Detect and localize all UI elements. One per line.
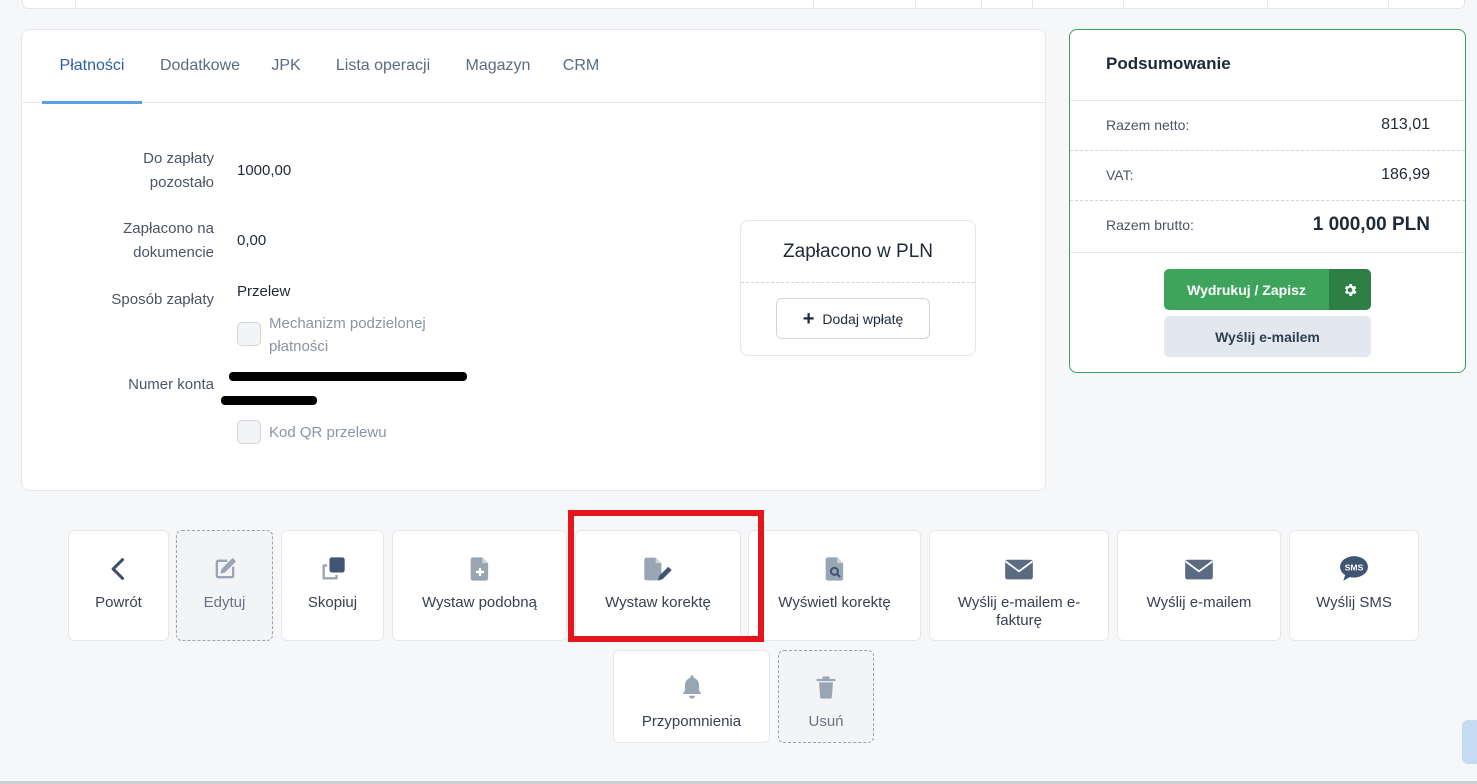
send-sms-button[interactable]: SMS Wyślij SMS xyxy=(1289,530,1419,641)
edit-icon xyxy=(215,557,236,579)
bell-icon xyxy=(682,675,701,699)
due-value: 1000,00 xyxy=(237,162,292,179)
gross-row: Razem brutto: 1 000,00 PLN xyxy=(1106,213,1430,237)
file-plus-icon xyxy=(470,557,488,581)
tab-warehouse[interactable]: Magazyn xyxy=(463,30,533,103)
back-label: Powrót xyxy=(95,594,142,611)
back-button[interactable]: Powrót xyxy=(68,530,169,641)
gear-icon xyxy=(1344,283,1357,296)
add-payment-button[interactable]: + Dodaj wpłatę xyxy=(776,298,930,339)
envelope-icon xyxy=(1005,559,1033,580)
tab-crm[interactable]: CRM xyxy=(562,30,600,103)
reminders-button[interactable]: Przypomnienia xyxy=(613,650,770,743)
trash-icon xyxy=(816,676,836,699)
issue-similar-button[interactable]: Wystaw podobną xyxy=(392,530,567,641)
send-email-button[interactable]: Wyślij e-mailem xyxy=(1164,316,1371,357)
tab-bar: Płatności Dodatkowe JPK Lista operacji M… xyxy=(22,30,1045,104)
gross-label: Razem brutto: xyxy=(1106,217,1194,233)
show-correction-label: Wyświetl korektę xyxy=(778,594,891,611)
issue-correction-button[interactable]: Wystaw korektę xyxy=(575,530,741,641)
vat-row: VAT: 186,99 xyxy=(1106,163,1430,187)
edit-button[interactable]: Edytuj xyxy=(176,530,273,641)
net-row: Razem netto: 813,01 xyxy=(1106,113,1430,137)
qr-checkbox[interactable] xyxy=(237,420,261,444)
scroll-to-top-button[interactable] xyxy=(1462,720,1477,764)
delete-label: Usuń xyxy=(808,713,844,730)
method-value[interactable]: Przelew xyxy=(237,280,290,304)
email-einvoice-label: Wyślij e-mailem e-fakturę xyxy=(957,594,1081,629)
paid-value: 0,00 xyxy=(237,232,267,249)
paid-in-pln-card: Zapłacono w PLN + Dodaj wpłatę xyxy=(740,220,976,356)
summary-panel: Podsumowanie Razem netto: 813,01 VAT: 18… xyxy=(1069,29,1466,373)
summary-title: Podsumowanie xyxy=(1106,54,1231,73)
send-sms-label: Wyślij SMS xyxy=(1316,594,1392,611)
net-value: 813,01 xyxy=(1381,116,1430,133)
email-label: Wyślij e-mailem xyxy=(1146,594,1252,611)
issue-similar-label: Wystaw podobną xyxy=(422,594,537,611)
file-search-icon xyxy=(825,557,843,581)
delete-button[interactable]: Usuń xyxy=(778,650,874,743)
chevron-left-icon xyxy=(111,558,124,580)
qr-label: Kod QR przelewu xyxy=(269,424,387,441)
account-label: Numer konta xyxy=(128,376,214,393)
due-label: Do zapłaty pozostało xyxy=(143,150,214,191)
envelope-icon xyxy=(1185,559,1213,580)
issue-correction-label: Wystaw korektę xyxy=(605,594,711,611)
net-label: Razem netto: xyxy=(1106,117,1190,133)
gross-value: 1 000,00 PLN xyxy=(1312,214,1430,235)
email-button[interactable]: Wyślij e-mailem xyxy=(1117,530,1281,641)
split-payment-label: Mechanizm podzielonej płatności xyxy=(269,315,426,355)
print-settings-button[interactable] xyxy=(1329,269,1371,310)
edit-label: Edytuj xyxy=(203,594,246,611)
vat-value: 186,99 xyxy=(1381,166,1430,183)
tab-operations[interactable]: Lista operacji xyxy=(332,30,434,103)
sms-icon-text: SMS xyxy=(1345,563,1364,573)
reminders-label: Przypomnienia xyxy=(641,713,742,730)
redacted-account-2 xyxy=(221,396,317,405)
tab-jpk[interactable]: JPK xyxy=(270,30,302,103)
tab-additional[interactable]: Dodatkowe xyxy=(156,30,244,103)
redacted-account xyxy=(229,372,467,381)
add-payment-label: Dodaj wpłatę xyxy=(822,310,904,327)
email-einvoice-button[interactable]: Wyślij e-mailem e-fakturę xyxy=(929,530,1109,641)
payments-panel: Płatności Dodatkowe JPK Lista operacji M… xyxy=(21,29,1046,491)
paid-label: Zapłacono na dokumencie xyxy=(123,220,214,261)
copy-icon xyxy=(322,557,345,580)
method-label: Sposób zapłaty xyxy=(111,291,214,308)
table-remnant xyxy=(22,0,1465,9)
split-payment-checkbox[interactable] xyxy=(237,322,261,346)
show-correction-button[interactable]: Wyświetl korektę xyxy=(748,530,921,641)
copy-label: Skopiuj xyxy=(307,594,358,611)
paid-card-title: Zapłacono w PLN xyxy=(741,221,975,283)
vat-label: VAT: xyxy=(1106,167,1134,183)
print-save-button[interactable]: Wydrukuj / Zapisz xyxy=(1164,269,1329,310)
plus-icon: + xyxy=(802,307,815,330)
copy-button[interactable]: Skopiuj xyxy=(281,530,384,641)
file-edit-icon xyxy=(644,557,672,581)
tab-payments[interactable]: Płatności xyxy=(42,30,142,104)
sms-bubble-icon: SMS xyxy=(1340,556,1368,581)
